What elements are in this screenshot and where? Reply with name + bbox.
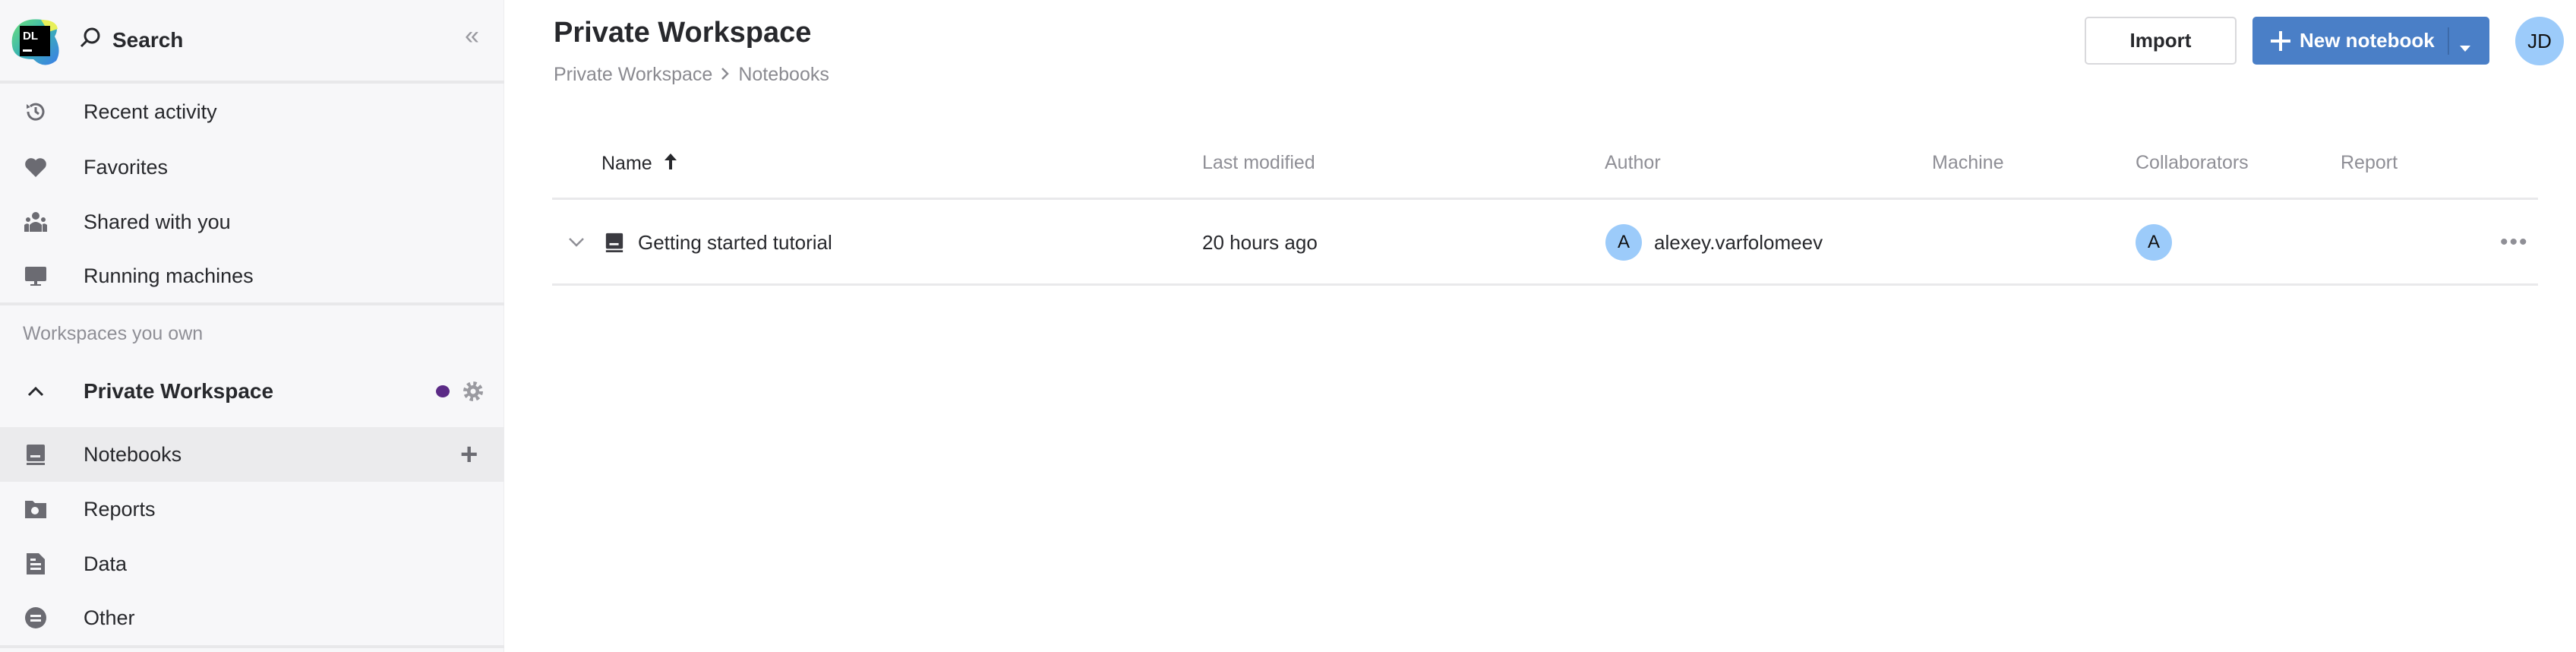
data-file-icon bbox=[24, 552, 47, 575]
sidebar: DL Search « Recent activity Favorites Sh… bbox=[0, 0, 504, 652]
author-avatar: A bbox=[1605, 224, 1642, 261]
search-button[interactable]: Search bbox=[79, 23, 183, 58]
search-label: Search bbox=[112, 28, 184, 52]
user-avatar[interactable]: JD bbox=[2515, 17, 2564, 65]
dropdown-caret-icon[interactable] bbox=[2459, 35, 2471, 59]
nav-label: Recent activity bbox=[84, 100, 217, 123]
section-label: Workspaces you own bbox=[23, 323, 204, 344]
column-header-author[interactable]: Author bbox=[1605, 152, 1661, 174]
last-modified: 20 hours ago bbox=[1202, 230, 1318, 254]
people-icon bbox=[24, 210, 47, 233]
nav-label: Data bbox=[84, 552, 128, 575]
chevron-right-icon bbox=[720, 64, 731, 86]
column-header-machine[interactable]: Machine bbox=[1932, 152, 2004, 174]
breadcrumb: Private Workspace Notebooks bbox=[554, 64, 829, 86]
sidebar-item-shared-with-you[interactable]: Shared with you bbox=[0, 195, 504, 249]
plus-icon bbox=[2271, 30, 2290, 51]
search-icon bbox=[79, 27, 102, 55]
page-title: Private Workspace bbox=[554, 17, 812, 49]
reports-folder-icon bbox=[24, 498, 47, 521]
column-header-last-modified[interactable]: Last modified bbox=[1202, 152, 1315, 174]
column-header-name[interactable]: Name bbox=[601, 152, 678, 176]
split-divider bbox=[2448, 27, 2449, 55]
nav-label: Reports bbox=[84, 497, 156, 521]
nav-label: Notebooks bbox=[84, 442, 182, 466]
sidebar-item-data[interactable]: Data bbox=[0, 536, 504, 591]
column-label: Name bbox=[601, 153, 652, 174]
notebook-name[interactable]: Getting started tutorial bbox=[638, 229, 832, 255]
new-notebook-label: New notebook bbox=[2300, 29, 2435, 52]
sidebar-item-other[interactable]: Other bbox=[0, 590, 504, 645]
breadcrumb-notebooks[interactable]: Notebooks bbox=[738, 64, 829, 86]
divider bbox=[0, 81, 504, 84]
datalore-logo[interactable]: DL bbox=[11, 17, 61, 67]
sidebar-item-running-machines[interactable]: Running machines bbox=[0, 248, 504, 303]
author-name: alexey.varfolomeev bbox=[1654, 230, 1823, 254]
more-options-icon[interactable]: ••• bbox=[2500, 229, 2529, 255]
svg-text:DL: DL bbox=[23, 30, 38, 43]
nav-label: Running machines bbox=[84, 264, 254, 287]
add-notebook-plus-icon[interactable]: + bbox=[460, 438, 478, 472]
import-button[interactable]: Import bbox=[2085, 17, 2237, 65]
history-icon bbox=[24, 100, 47, 123]
gear-icon[interactable] bbox=[462, 380, 485, 408]
column-header-report[interactable]: Report bbox=[2341, 152, 2398, 174]
column-header-collaborators[interactable]: Collaborators bbox=[2136, 152, 2249, 174]
nav-label: Favorites bbox=[84, 155, 169, 179]
sidebar-item-recent-activity[interactable]: Recent activity bbox=[0, 84, 504, 139]
sort-ascending-arrow-icon bbox=[663, 152, 678, 176]
new-notebook-button[interactable]: New notebook bbox=[2252, 17, 2489, 65]
workspace-name: Private Workspace bbox=[84, 379, 274, 403]
divider bbox=[0, 645, 504, 648]
nav-label: Other bbox=[84, 606, 135, 629]
workspace-header[interactable]: Private Workspace bbox=[0, 372, 504, 410]
header-divider bbox=[552, 198, 2538, 200]
breadcrumb-workspace[interactable]: Private Workspace bbox=[554, 64, 712, 86]
sidebar-item-notebooks[interactable]: Notebooks + bbox=[0, 427, 504, 482]
notebook-icon bbox=[605, 229, 624, 255]
monitor-icon bbox=[24, 264, 47, 287]
sidebar-item-reports[interactable]: Reports bbox=[0, 482, 504, 536]
divider bbox=[0, 302, 504, 305]
nav-label: Shared with you bbox=[84, 210, 231, 233]
collaborator-avatar[interactable]: A bbox=[2136, 224, 2172, 261]
chevron-up-icon[interactable] bbox=[24, 386, 47, 397]
collapse-sidebar-icon[interactable]: « bbox=[465, 21, 479, 51]
workspace-status-dot bbox=[436, 385, 450, 397]
other-icon bbox=[24, 606, 47, 629]
chevron-down-icon[interactable] bbox=[568, 229, 585, 255]
notebook-icon bbox=[24, 443, 47, 466]
row-divider bbox=[552, 283, 2538, 286]
sidebar-item-favorites[interactable]: Favorites bbox=[0, 140, 504, 195]
heart-icon bbox=[24, 156, 47, 179]
